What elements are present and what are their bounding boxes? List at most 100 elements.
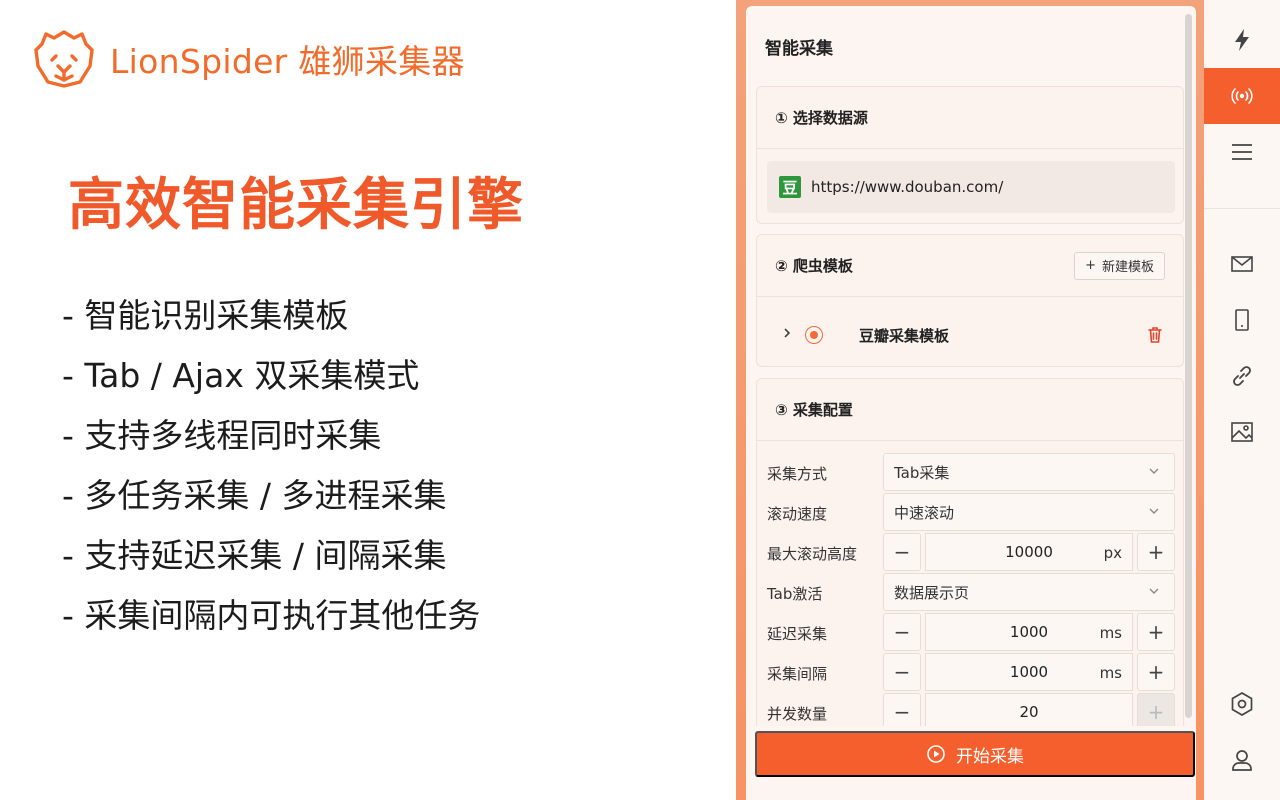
feature-item: - 智能识别采集模板: [62, 296, 349, 335]
panel-scroll-area[interactable]: 智能采集 ① 选择数据源 豆 https://www.douban.com/ ②…: [746, 6, 1196, 726]
mode-select[interactable]: Tab采集: [883, 453, 1175, 491]
sidebar-item-settings[interactable]: [1204, 676, 1280, 732]
image-icon: [1231, 422, 1253, 442]
max-scroll-decrement-button[interactable]: −: [883, 533, 921, 571]
chevron-down-icon: [1149, 588, 1159, 594]
concurrency-row: 并发数量 − 20 +: [757, 693, 1183, 726]
concurrency-label: 并发数量: [767, 705, 828, 723]
concurrency-increment-button[interactable]: +: [1137, 693, 1175, 726]
template-card-title: ② 爬虫模板: [775, 257, 853, 275]
sidebar-item-image[interactable]: [1204, 404, 1280, 460]
interval-value: 1000: [1009, 663, 1049, 681]
flash-icon: [1235, 29, 1249, 51]
panel-frame: 智能采集 ① 选择数据源 豆 https://www.douban.com/ ②…: [736, 0, 1204, 800]
delay-row: 延迟采集 − 1000 ms +: [757, 613, 1183, 651]
sidebar-item-menu[interactable]: [1204, 124, 1280, 180]
mode-row: 采集方式 Tab采集: [757, 453, 1183, 491]
new-template-label: 新建模板: [1101, 260, 1154, 275]
feature-item: - 采集间隔内可执行其他任务: [62, 596, 481, 635]
interval-increment-button[interactable]: +: [1137, 653, 1175, 691]
douban-favicon-icon: 豆: [779, 176, 801, 198]
max-scroll-row: 最大滚动高度 − 10000 px +: [757, 533, 1183, 571]
scroll-speed-label: 滚动速度: [767, 505, 828, 523]
template-card-header: ② 爬虫模板 + 新建模板: [757, 235, 1183, 297]
delay-value: 1000: [1009, 623, 1049, 641]
interval-label: 采集间隔: [767, 665, 828, 683]
interval-input[interactable]: 1000 ms: [925, 653, 1133, 691]
delay-label: 延迟采集: [767, 625, 828, 643]
feature-item: - 支持多线程同时采集: [62, 416, 382, 455]
start-collect-label: 开始采集: [956, 746, 1024, 767]
source-url: https://www.douban.com/: [811, 178, 1004, 196]
concurrency-decrement-button[interactable]: −: [883, 693, 921, 726]
interval-decrement-button[interactable]: −: [883, 653, 921, 691]
sidebar-item-link[interactable]: [1204, 348, 1280, 404]
mode-value: Tab采集: [894, 463, 950, 482]
app-root: LionSpider 雄狮采集器 高效智能采集引擎 - 智能识别采集模板 - T…: [0, 0, 1280, 800]
concurrency-stepper: − 20 +: [883, 693, 1175, 726]
scroll-speed-row: 滚动速度 中速滚动: [757, 493, 1183, 531]
max-scroll-input[interactable]: 10000 px: [925, 533, 1133, 571]
panel-scrollbar[interactable]: [1185, 14, 1192, 718]
start-collect-button[interactable]: 开始采集: [755, 731, 1195, 777]
link-icon: [1233, 366, 1251, 386]
lion-head-icon: [34, 30, 94, 88]
panel-title: 智能采集: [765, 39, 833, 59]
concurrency-value: 20: [1019, 703, 1039, 721]
source-card: ① 选择数据源 豆 https://www.douban.com/: [756, 86, 1184, 224]
tab-activate-label: Tab激活: [767, 585, 823, 603]
tab-activate-value: 数据展示页: [894, 583, 970, 602]
sidebar-item-mail[interactable]: [1204, 236, 1280, 292]
feature-list: - 智能识别采集模板 - Tab / Ajax 双采集模式 - 支持多线程同时采…: [62, 286, 480, 646]
plus-icon: +: [1085, 258, 1096, 273]
menu-icon: [1232, 144, 1252, 160]
config-card: ③ 采集配置 采集方式 Tab采集 滚动速度 中速滚动 最大滚动高度 − 100…: [756, 378, 1184, 726]
max-scroll-unit: px: [1103, 544, 1122, 562]
trash-icon[interactable]: [1145, 325, 1165, 345]
template-row[interactable]: 豆瓣采集模板: [757, 305, 1183, 365]
interval-row: 采集间隔 − 1000 ms +: [757, 653, 1183, 691]
delay-decrement-button[interactable]: −: [883, 613, 921, 651]
collect-panel: 智能采集 ① 选择数据源 豆 https://www.douban.com/ ②…: [746, 6, 1196, 800]
settings-icon: [1231, 692, 1253, 716]
radio-dot: [810, 331, 818, 339]
sidebar-divider: [1204, 208, 1280, 209]
tab-activate-row: Tab激活 数据展示页: [757, 573, 1183, 611]
template-name: 豆瓣采集模板: [859, 326, 950, 345]
right-sidebar: [1204, 0, 1280, 800]
chevron-down-icon: [1149, 508, 1159, 514]
template-radio[interactable]: [805, 326, 823, 344]
sidebar-item-smart-collect[interactable]: [1204, 68, 1280, 124]
config-card-header: ③ 采集配置: [757, 379, 1183, 441]
delay-unit: ms: [1099, 624, 1122, 642]
concurrency-input[interactable]: 20: [925, 693, 1133, 726]
scroll-speed-select[interactable]: 中速滚动: [883, 493, 1175, 531]
max-scroll-stepper: − 10000 px +: [883, 533, 1175, 571]
template-card: ② 爬虫模板 + 新建模板 豆瓣采集模板: [756, 234, 1184, 367]
mode-label: 采集方式: [767, 465, 828, 483]
interval-unit: ms: [1099, 664, 1122, 682]
feature-item: - 支持延迟采集 / 间隔采集: [62, 536, 447, 575]
new-template-button[interactable]: + 新建模板: [1074, 251, 1165, 280]
max-scroll-label: 最大滚动高度: [767, 545, 858, 563]
brand-name: LionSpider 雄狮采集器: [110, 42, 465, 81]
broadcast-icon: [1231, 88, 1253, 104]
sidebar-item-phone[interactable]: [1204, 292, 1280, 348]
sidebar-item-user[interactable]: [1204, 732, 1280, 788]
scroll-speed-value: 中速滚动: [894, 503, 955, 522]
max-scroll-increment-button[interactable]: +: [1137, 533, 1175, 571]
delay-input[interactable]: 1000 ms: [925, 613, 1133, 651]
play-circle-icon: [927, 745, 945, 763]
max-scroll-value: 10000: [1005, 543, 1053, 561]
interval-stepper: − 1000 ms +: [883, 653, 1175, 691]
chevron-right-icon[interactable]: [781, 327, 799, 343]
delay-increment-button[interactable]: +: [1137, 613, 1175, 651]
tab-activate-select[interactable]: 数据展示页: [883, 573, 1175, 611]
user-icon: [1232, 750, 1252, 771]
feature-item: - 多任务采集 / 多进程采集: [62, 476, 447, 515]
source-url-row[interactable]: 豆 https://www.douban.com/: [767, 161, 1175, 213]
source-card-title: ① 选择数据源: [775, 109, 868, 127]
mail-icon: [1231, 256, 1253, 272]
source-card-header: ① 选择数据源: [757, 87, 1183, 149]
sidebar-item-flash[interactable]: [1204, 12, 1280, 68]
